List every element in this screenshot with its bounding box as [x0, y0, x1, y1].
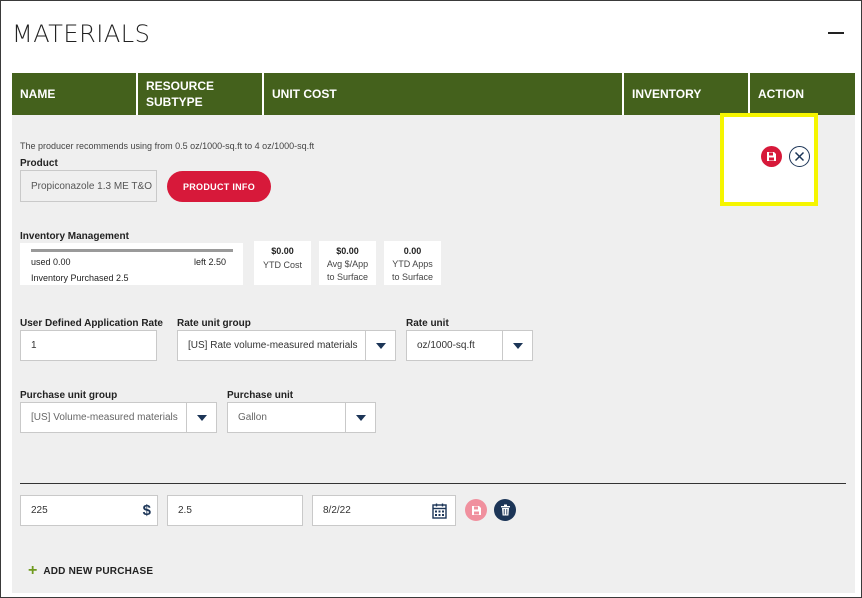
- purchase-date-value: 8/2/22: [323, 505, 351, 516]
- header-action: ACTION: [758, 87, 804, 101]
- trash-icon: [500, 504, 510, 516]
- purchase-cost-value: 225: [31, 505, 48, 516]
- purchase-unit-group-value: [US] Volume-measured materials: [31, 412, 178, 423]
- plus-icon: +: [28, 562, 38, 579]
- purchase-unit-group-label: Purchase unit group: [20, 390, 118, 401]
- table-header: NAME RESOURCE SUBTYPE UNIT COST INVENTOR…: [12, 73, 855, 115]
- product-label: Product: [20, 158, 58, 169]
- stat-label: YTD Apps to Surface: [391, 259, 434, 282]
- rate-unit-group-select[interactable]: [US] Rate volume-measured materials: [177, 330, 396, 361]
- purchase-unit-select[interactable]: Gallon: [227, 402, 376, 433]
- stat-label: Avg $/App to Surface: [326, 259, 369, 282]
- inventory-meter: used 0.00 left 2.50 Inventory Purchased …: [20, 243, 243, 285]
- section-title: MATERIALS: [12, 20, 151, 48]
- save-purchase-button[interactable]: [465, 499, 487, 521]
- rate-unit-group-value: [US] Rate volume-measured materials: [188, 340, 358, 351]
- rate-unit-value: oz/1000-sq.ft: [417, 340, 475, 351]
- close-icon: [794, 151, 805, 162]
- inventory-management-label: Inventory Management: [20, 231, 129, 242]
- calendar-icon[interactable]: [432, 503, 447, 522]
- save-icon: [471, 505, 481, 515]
- product-info-button[interactable]: PRODUCT INFO: [167, 171, 271, 202]
- purchase-unit-label: Purchase unit: [227, 390, 294, 401]
- delete-purchase-button[interactable]: [494, 499, 516, 521]
- inventory-left: left 2.50: [194, 257, 227, 267]
- inventory-used: used 0.00: [31, 257, 71, 267]
- stat-ytd-apps: 0.00 YTD Apps to Surface: [384, 241, 441, 285]
- product-field: Propiconazole 1.3 ME T&O: [20, 170, 157, 202]
- stat-value: 0.00: [403, 246, 422, 256]
- dollar-icon: $: [142, 502, 151, 519]
- action-highlight-box: [720, 113, 818, 206]
- stat-avg-per-app: $0.00 Avg $/App to Surface: [319, 241, 376, 285]
- chevron-down-icon[interactable]: [502, 331, 532, 360]
- add-new-purchase-link[interactable]: + ADD NEW PURCHASE: [28, 562, 154, 579]
- header-resource-subtype: RESOURCE SUBTYPE: [138, 73, 264, 115]
- stat-ytd-cost: $0.00 YTD Cost: [254, 241, 311, 285]
- purchase-unit-value: Gallon: [238, 412, 267, 423]
- save-icon: [767, 152, 776, 161]
- user-rate-input[interactable]: 1: [20, 330, 157, 361]
- header-name: NAME: [12, 73, 138, 115]
- purchase-cost-input[interactable]: 225 $: [20, 495, 158, 526]
- rate-unit-select[interactable]: oz/1000-sq.ft: [406, 330, 533, 361]
- stat-value: $0.00: [336, 246, 359, 256]
- header-unit-cost: UNIT COST: [264, 73, 624, 115]
- chevron-down-icon[interactable]: [186, 403, 216, 432]
- dosage-hint: The producer recommends using from 0.5 o…: [20, 141, 315, 151]
- purchase-unit-group-select[interactable]: [US] Volume-measured materials: [20, 402, 217, 433]
- collapse-icon[interactable]: [828, 32, 844, 34]
- save-material-button[interactable]: [761, 146, 782, 167]
- stat-value: $0.00: [271, 246, 294, 256]
- purchase-quantity-input[interactable]: 2.5: [167, 495, 303, 526]
- chevron-down-icon[interactable]: [345, 403, 375, 432]
- inventory-progress-bar: [31, 249, 233, 252]
- add-new-purchase-label: ADD NEW PURCHASE: [43, 565, 154, 577]
- cancel-button[interactable]: [789, 146, 810, 167]
- purchase-date-input[interactable]: 8/2/22: [312, 495, 456, 526]
- inventory-purchased: Inventory Purchased 2.5: [31, 273, 129, 283]
- chevron-down-icon[interactable]: [365, 331, 395, 360]
- divider: [20, 483, 846, 484]
- header-inventory: INVENTORY: [624, 73, 750, 115]
- user-rate-label: User Defined Application Rate: [20, 318, 163, 329]
- rate-unit-group-label: Rate unit group: [177, 318, 251, 329]
- stat-label: YTD Cost: [262, 260, 302, 270]
- rate-unit-label: Rate unit: [406, 318, 449, 329]
